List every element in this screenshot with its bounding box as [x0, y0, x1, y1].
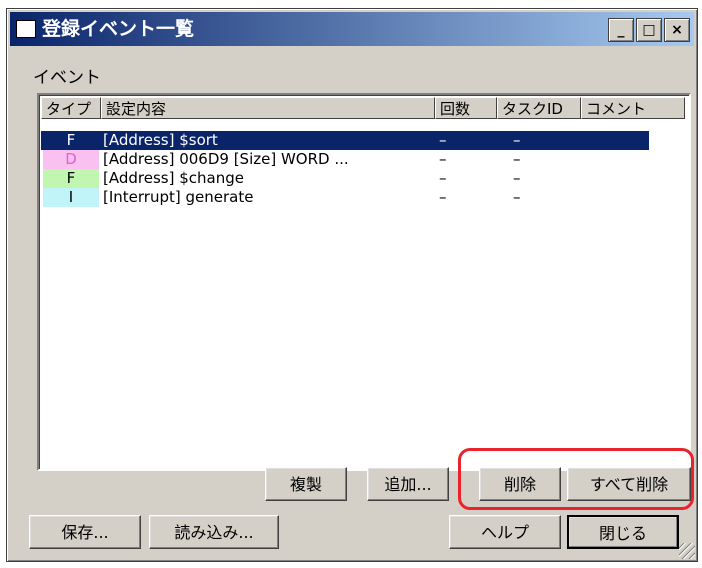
table-row[interactable]: F [Address] $sort – – — [41, 131, 649, 150]
column-header-comment[interactable]: コメント — [581, 97, 685, 119]
title-bar[interactable]: 登録イベント一覧 _ □ × — [10, 12, 694, 46]
table-row[interactable]: D [Address] 006D9 [Size] WORD ... – – — [41, 150, 649, 169]
row-count: – — [439, 150, 447, 168]
row-count: – — [439, 169, 447, 187]
window-icon — [16, 20, 36, 38]
duplicate-button[interactable]: 複製 — [265, 467, 347, 501]
maximize-button[interactable]: □ — [636, 18, 662, 42]
row-type: I — [43, 188, 99, 207]
row-task-id: – — [513, 131, 521, 149]
resize-grip[interactable] — [679, 543, 695, 559]
table-row[interactable]: F [Address] $change – – — [41, 169, 649, 188]
row-content: [Address] $change — [103, 169, 244, 187]
row-content: [Address] 006D9 [Size] WORD ... — [103, 150, 349, 168]
list-header: タイプ 設定内容 回数 タスクID コメント — [41, 97, 687, 121]
window-title: 登録イベント一覧 — [42, 18, 195, 40]
row-task-id: – — [513, 150, 521, 168]
row-content: [Address] $sort — [103, 131, 218, 149]
column-header-type[interactable]: タイプ — [41, 97, 101, 119]
column-header-task-id[interactable]: タスクID — [497, 97, 581, 119]
row-task-id: – — [513, 188, 521, 206]
row-count: – — [439, 131, 447, 149]
add-button[interactable]: 追加... — [367, 467, 449, 501]
row-task-id: – — [513, 169, 521, 187]
delete-buttons-highlight — [458, 448, 694, 510]
row-content: [Interrupt] generate — [103, 188, 254, 206]
row-count: – — [439, 188, 447, 206]
row-type: F — [43, 169, 99, 188]
column-header-count[interactable]: 回数 — [435, 97, 497, 119]
row-type: D — [43, 150, 99, 169]
minimize-button[interactable]: _ — [608, 18, 634, 42]
event-group-label: イベント — [33, 68, 101, 88]
row-type: F — [66, 131, 76, 149]
close-window-button[interactable]: × — [664, 18, 690, 42]
event-list[interactable]: タイプ 設定内容 回数 タスクID コメント F [Address] $sort… — [37, 93, 691, 471]
load-button[interactable]: 読み込み... — [149, 515, 279, 549]
close-button[interactable]: 閉じる — [567, 515, 679, 549]
column-header-content[interactable]: 設定内容 — [101, 97, 435, 119]
table-row[interactable]: I [Interrupt] generate – – — [41, 188, 649, 207]
help-button[interactable]: ヘルプ — [449, 515, 561, 549]
save-button[interactable]: 保存... — [29, 515, 141, 549]
